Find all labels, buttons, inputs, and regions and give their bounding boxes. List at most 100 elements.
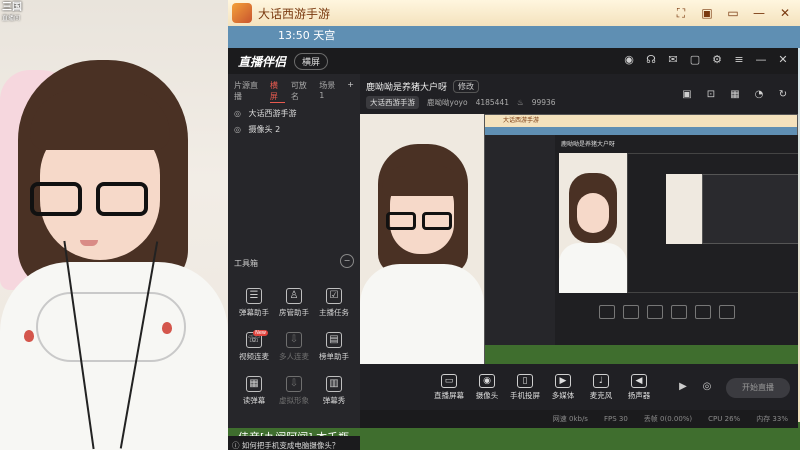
task-icon: ☑ [326,288,342,304]
avatar-icon[interactable]: ◉ [622,52,636,68]
toolbox: 工具箱 − ☰ 弹幕助手 ♙ 房管助手 ☑ 主播任务 New ☏ 视频连麦 ⇩ … [228,234,360,428]
webcam-logo: 三国 直播间 [2,2,22,22]
close-icon[interactable]: ✕ [776,52,790,68]
notice-icon[interactable]: ▢ [688,52,702,68]
eye-icon[interactable]: ◎ [234,125,246,134]
tool-barrage-show[interactable]: ▥ 弹幕秀 [312,376,356,406]
start-live-button[interactable]: 开始直播 [726,378,790,398]
tab-source-live[interactable]: 片源直播 [234,80,264,103]
camera-button[interactable]: ◉ 摄像头 [466,374,508,401]
edit-title-button[interactable]: 修改 [453,80,480,93]
game-title: 大话西游手游 [258,6,331,21]
preview-camera [360,114,484,364]
crop-icon[interactable]: ⛶ [672,4,690,22]
tab-landscape[interactable]: 横屏 [269,80,285,103]
close-icon[interactable]: ✕ [776,4,794,22]
nested-game-title: 大话西游手游 [485,115,797,127]
nested-capture: 大话西游手游 鹿呦呦是养猪大户呀 [484,114,798,364]
preview-icon[interactable]: ◎ [700,380,714,394]
screenshot-icon[interactable]: ▣ [698,4,716,22]
eye-icon[interactable]: ◎ [234,109,246,118]
tool-read-barrage[interactable]: ▦ 读弹幕 [232,376,276,406]
tool-rank[interactable]: ▤ 榜单助手 [312,332,356,362]
live-preview: 大话西游手游 鹿呦呦是养猪大户呀 [360,114,798,364]
new-badge: New [253,330,268,336]
menu-icon[interactable]: ≡ [732,52,746,68]
strawberry-print [162,322,172,334]
phone-cast-icon: ▯ [517,374,533,388]
record-icon[interactable]: ▶ [676,380,690,394]
mic-button[interactable]: ♩ 麦克风 [580,374,622,401]
admin-icon: ♙ [286,288,302,304]
glasses [30,182,150,218]
collapse-icon[interactable]: − [340,254,354,268]
mode-selector[interactable]: 横屏 [294,52,329,70]
scene-panel: 片源直播 横屏 可放名 场景 1 + ◎ 大话西游手游 ◎ 摄像头 2 工具箱 … [228,74,360,450]
read-barrage-icon: ▦ [246,376,262,392]
refresh-icon[interactable]: ↻ [776,88,790,102]
status-memory: 内存 33% [756,415,788,423]
strawberry-print [24,330,34,342]
mic-icon: ♩ [593,374,609,388]
avatar-icon: ⇩ [286,376,302,392]
phone-camera-tip[interactable]: ⓘ 如何把手机变成电脑摄像头？ [228,436,360,450]
tab-extra[interactable]: 可放名 [291,80,313,103]
info-icon: ⓘ [232,441,242,450]
barrage-icon: ☰ [246,288,262,304]
rank-icon: ▤ [326,332,342,348]
fire-icon: ♨ [516,98,524,107]
streamer-name: 鹿呦呦yoyo [427,98,468,107]
streamer-bangs [30,90,170,150]
game-titlebar: 大话西游手游 ⛶ ▣ ▭ — ✕ [228,0,800,26]
status-bar: 网速 0kb/s FPS 30 丢帧 0(0.00%) CPU 26% 内存 3… [360,410,798,428]
minimize-icon[interactable]: — [750,4,768,22]
tab-scene-1[interactable]: 场景 1 [319,80,341,103]
game-clock: 13:50 天宫 [278,29,336,42]
app-titlebar: 直播伴侣 横屏 ◉ ☊ ✉ ▢ ⚙ ≡ — ✕ [228,48,798,74]
speaker-icon: ◀ [631,374,647,388]
tool-video-link[interactable]: New ☏ 视频连麦 [232,330,276,362]
nested-stream-title: 鹿呦呦是养猪大户呀 [561,141,616,148]
add-scene-icon[interactable]: + [347,80,354,103]
source-item[interactable]: ◎ 大话西游手游 [228,103,360,119]
game-logo-icon [232,3,252,23]
gift-icon[interactable]: ▣ [680,88,694,102]
status-dropped: 丢帧 0(0.00%) [643,415,693,423]
grid-icon[interactable]: ▦ [728,88,742,102]
source-label: 大话西游手游 [248,109,297,118]
source-item[interactable]: ◎ 摄像头 2 [228,119,360,135]
minimize-icon[interactable]: — [754,52,768,68]
message-icon[interactable]: ✉ [666,52,680,68]
screen: 三国 直播间 大话西游手游 ⛶ ▣ ▭ — ✕ 13:50 天宫 佳音[九阙阿闻… [0,0,800,450]
app-brand: 直播伴侣 [238,54,287,69]
tool-barrage[interactable]: ☰ 弹幕助手 [232,288,276,318]
toolbox-title: 工具箱 [234,259,258,268]
hot-count: 99936 [531,98,556,107]
status-network: 网速 0kb/s [552,415,588,423]
settings-icon[interactable]: ⚙ [710,52,724,68]
lock-icon[interactable]: ⊡ [704,88,718,102]
status-cpu: CPU 26% [708,415,741,423]
bell-icon[interactable]: ◔ [752,88,766,102]
source-label: 摄像头 2 [248,125,281,134]
category-badge[interactable]: 大话西游手游 [366,96,419,109]
speaker-button[interactable]: ◀ 扬声器 [618,374,660,401]
tool-multi-link[interactable]: ⇩ 多人连麦 [272,332,316,362]
stream-title: 鹿呦呦是养猪大户呀 [366,83,448,93]
multi-link-icon: ⇩ [286,332,302,348]
screen-icon: ▭ [441,374,457,388]
tool-admin[interactable]: ♙ 房管助手 [272,288,316,318]
phone-cast-button[interactable]: ▯ 手机投屏 [504,374,546,401]
tool-task[interactable]: ☑ 主播任务 [312,288,356,318]
viewer-count: 4185441 [475,98,509,107]
scene-tabs: 片源直播 横屏 可放名 场景 1 + [228,74,360,103]
barrage-show-icon: ▥ [326,376,342,392]
main-panel: 鹿呦呦是养猪大户呀 修改 大话西游手游 鹿呦呦yoyo 4185441 ♨ 99… [360,74,798,428]
camera-icon: ◉ [479,374,495,388]
tool-avatar[interactable]: ⇩ 虚拟形象 [272,376,316,406]
screen-button[interactable]: ▭ 直播屏幕 [428,374,470,401]
record-icon[interactable]: ▭ [724,4,742,22]
headset-icon[interactable]: ☊ [644,52,658,68]
media-button[interactable]: ▶ 多媒体 [542,374,584,401]
media-icon: ▶ [555,374,571,388]
